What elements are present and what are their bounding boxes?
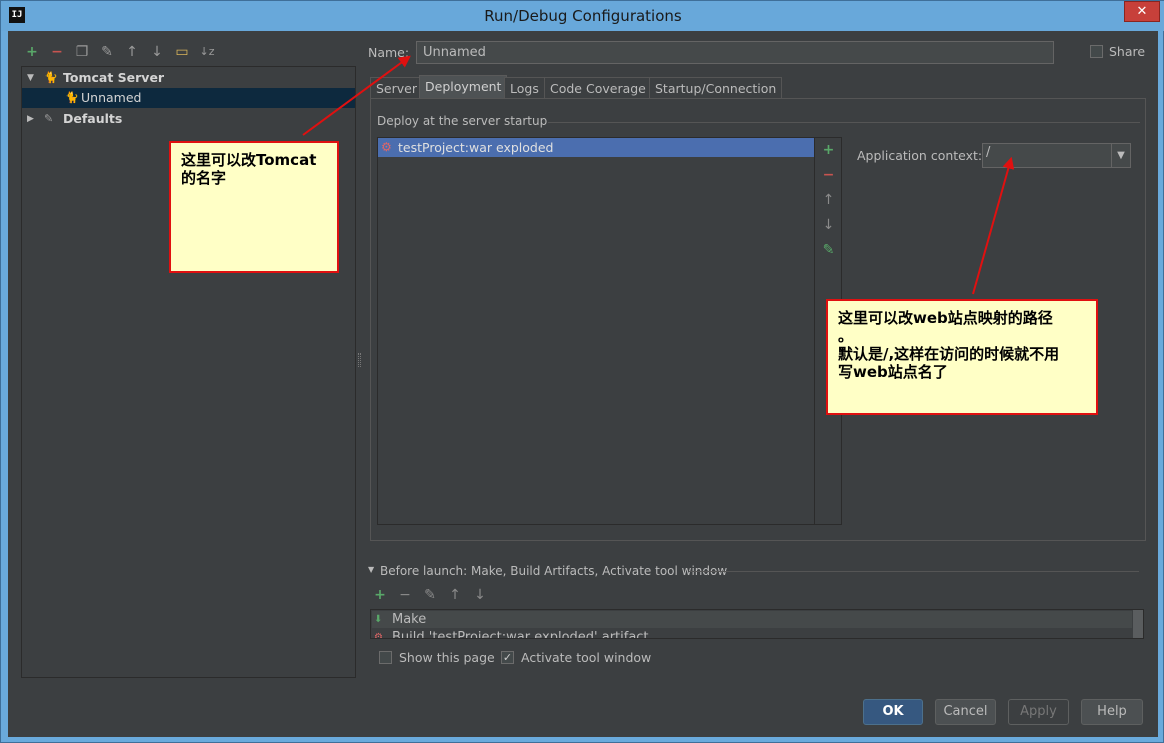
cancel-button[interactable]: Cancel xyxy=(935,699,996,725)
apply-button[interactable]: Apply xyxy=(1008,699,1069,725)
share-label: Share xyxy=(1109,44,1146,59)
annotation-text: 默认是/,这样在访问的时候就不用 xyxy=(838,345,1060,363)
move-up-icon[interactable]: ↑ xyxy=(446,587,464,603)
tree-item-label: Unnamed xyxy=(81,90,142,105)
close-button[interactable]: ✕ xyxy=(1124,1,1160,22)
annotation-text: 这里可以改Tomcat xyxy=(181,151,317,169)
folder-icon[interactable]: ▭ xyxy=(173,43,191,61)
list-item[interactable]: ⚙ Build 'testProject:war exploded' artif… xyxy=(372,629,1132,639)
deploy-section-label: Deploy at the server startup xyxy=(377,114,548,128)
remove-icon[interactable]: − xyxy=(396,587,414,603)
copy-icon[interactable]: ❐ xyxy=(73,43,91,61)
app-context-combobox[interactable] xyxy=(982,143,1131,168)
tab-logs[interactable]: Logs xyxy=(504,77,545,99)
collapse-arrow-icon[interactable]: ▶ xyxy=(27,109,34,129)
add-icon[interactable]: + xyxy=(815,142,842,158)
tab-code-coverage[interactable]: Code Coverage xyxy=(544,77,652,99)
make-icon: ⬇ xyxy=(374,614,383,625)
window-title: Run/Debug Configurations xyxy=(484,7,682,25)
wrench-icon: ✎ xyxy=(44,112,54,125)
scrollbar[interactable] xyxy=(1133,610,1143,638)
annotation-note-context: 这里可以改web站点映射的路径 。 默认是/,这样在访问的时候就不用 写web站… xyxy=(826,299,1098,415)
tomcat-icon: 🐈 xyxy=(44,71,58,84)
task-label: Build 'testProject:war exploded' artifac… xyxy=(392,630,649,639)
move-up-icon[interactable]: ↑ xyxy=(815,192,842,208)
show-this-page-checkbox[interactable] xyxy=(379,651,392,664)
add-icon[interactable]: + xyxy=(23,43,41,61)
add-icon[interactable]: + xyxy=(371,587,389,603)
activate-tool-window-label: Activate tool window xyxy=(521,650,652,665)
section-divider xyxy=(548,122,1140,123)
activate-tool-window-checkbox[interactable]: ✓ xyxy=(501,651,514,664)
move-down-icon[interactable]: ↓ xyxy=(471,587,489,603)
tab-startup-connection[interactable]: Startup/Connection xyxy=(649,77,783,99)
sort-icon[interactable]: ↓z xyxy=(198,43,216,61)
annotation-text: 的名字 xyxy=(181,169,227,187)
name-label: Name: xyxy=(368,45,410,60)
annotation-note-name: 这里可以改Tomcat 的名字 xyxy=(169,141,339,273)
wrench-icon[interactable]: ✎ xyxy=(98,43,116,61)
deploy-item-label: testProject:war exploded xyxy=(398,140,554,155)
deploy-list-item[interactable]: ⚙ testProject:war exploded xyxy=(378,138,814,157)
remove-icon[interactable]: − xyxy=(48,43,66,61)
share-checkbox[interactable] xyxy=(1090,45,1103,58)
help-button[interactable]: Help xyxy=(1081,699,1143,725)
tree-item-defaults[interactable]: ▶ ✎ Defaults xyxy=(22,109,355,129)
annotation-text: 写web站点名了 xyxy=(838,363,948,381)
name-field[interactable]: Unnamed xyxy=(416,41,1054,64)
task-label: Make xyxy=(392,612,427,627)
tab-server[interactable]: Server xyxy=(370,77,423,99)
move-down-icon[interactable]: ↓ xyxy=(815,217,842,233)
list-item[interactable]: ⬇ Make xyxy=(372,611,1132,628)
tree-item-tomcat-server[interactable]: ▼ 🐈 Tomcat Server xyxy=(22,68,355,88)
tab-deployment[interactable]: Deployment xyxy=(419,75,508,99)
move-up-icon[interactable]: ↑ xyxy=(123,43,141,61)
tree-item-label: Defaults xyxy=(63,111,123,126)
ok-button[interactable]: OK xyxy=(863,699,923,725)
show-this-page-label: Show this page xyxy=(399,650,495,665)
chevron-down-icon[interactable]: ▼ xyxy=(1111,144,1130,167)
deploy-list[interactable] xyxy=(377,137,815,525)
tree-item-unnamed[interactable]: 🐈 Unnamed xyxy=(22,88,355,108)
splitter-handle[interactable] xyxy=(358,353,361,367)
artifact-icon: ⚙ xyxy=(374,632,383,639)
annotation-text: 。 xyxy=(838,327,854,345)
tomcat-icon: 🐈 xyxy=(65,91,79,104)
edit-icon[interactable]: ✎ xyxy=(815,242,842,258)
artifact-icon: ⚙ xyxy=(381,140,392,154)
before-launch-title[interactable]: Before launch: Make, Build Artifacts, Ac… xyxy=(380,564,727,578)
before-launch-list[interactable]: ⬇ Make ⚙ Build 'testProject:war exploded… xyxy=(370,609,1144,639)
section-divider xyxy=(689,571,1139,572)
dialog-window: IJ Run/Debug Configurations ✕ + − ❐ ✎ ↑ … xyxy=(0,0,1164,743)
collapse-arrow-icon[interactable]: ▼ xyxy=(368,565,374,574)
app-context-label: Application context: xyxy=(857,148,983,163)
remove-icon[interactable]: − xyxy=(815,167,842,183)
edit-icon[interactable]: ✎ xyxy=(421,587,439,603)
expand-arrow-icon[interactable]: ▼ xyxy=(27,68,34,88)
annotation-text: 这里可以改web站点映射的路径 xyxy=(838,309,1053,327)
tree-item-label: Tomcat Server xyxy=(63,70,165,85)
app-context-value[interactable]: / xyxy=(986,145,990,160)
move-down-icon[interactable]: ↓ xyxy=(148,43,166,61)
